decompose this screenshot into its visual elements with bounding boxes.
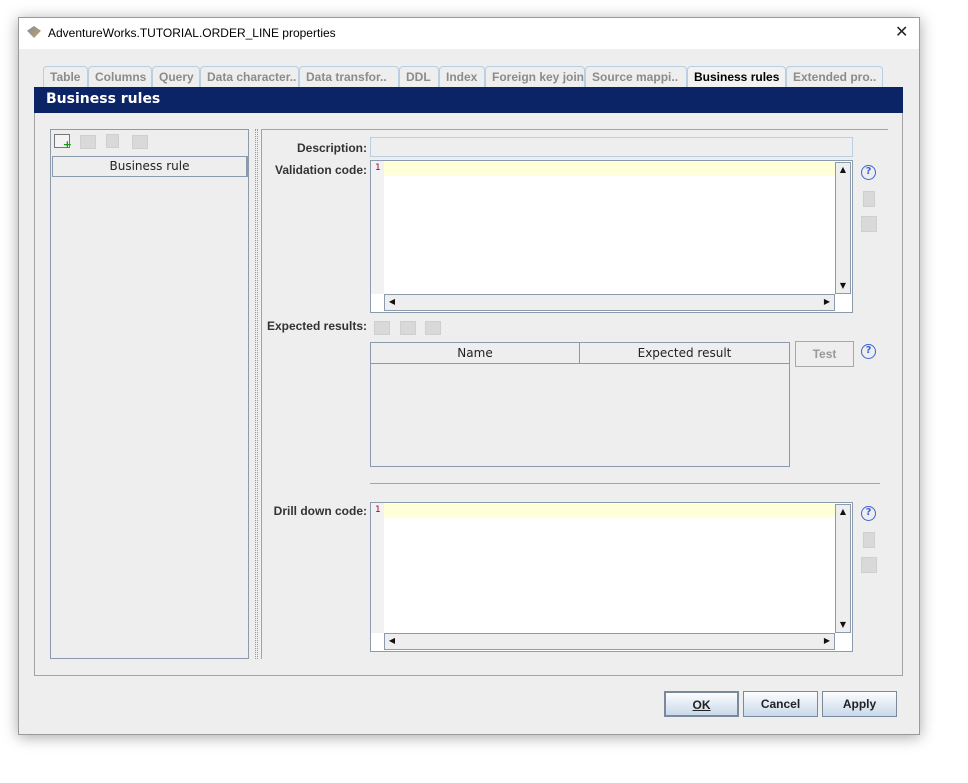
expected-results-table[interactable]: Name Expected result: [370, 342, 790, 467]
separator: [370, 483, 880, 484]
vertical-scrollbar[interactable]: ▲ ▼: [835, 162, 851, 294]
scroll-right-icon[interactable]: ▶: [820, 295, 834, 309]
title-bar: AdventureWorks.TUTORIAL.ORDER_LINE prope…: [19, 18, 919, 49]
delete-rule-icon[interactable]: [132, 135, 148, 149]
tab-data-character[interactable]: Data character..: [200, 66, 299, 88]
scroll-right-icon[interactable]: ▶: [820, 634, 834, 648]
tab-table[interactable]: Table: [43, 66, 88, 88]
tab-data-transfor[interactable]: Data transfor..: [299, 66, 399, 88]
scroll-up-icon[interactable]: ▲: [836, 505, 850, 519]
description-input[interactable]: [370, 137, 853, 157]
ok-button[interactable]: OK: [664, 691, 739, 717]
drill-down-code-label: Drill down code:: [273, 504, 367, 518]
horizontal-scrollbar[interactable]: ◀ ▶: [384, 633, 835, 650]
scroll-left-icon[interactable]: ◀: [385, 634, 399, 648]
app-icon: [27, 26, 41, 38]
vertical-scrollbar[interactable]: ▲ ▼: [835, 504, 851, 633]
business-rule-column-header[interactable]: Business rule: [52, 156, 248, 177]
save-icon[interactable]: [861, 557, 877, 573]
edit-result-icon[interactable]: [400, 321, 416, 335]
expected-results-label: Expected results:: [266, 319, 367, 333]
business-rules-panel: + Business rule Description: Validation …: [34, 113, 903, 676]
cancel-button[interactable]: Cancel: [743, 691, 818, 717]
copy-rule-icon[interactable]: [106, 134, 119, 148]
scroll-down-icon[interactable]: ▼: [836, 279, 850, 293]
description-label: Description:: [296, 141, 367, 155]
add-rule-icon[interactable]: +: [54, 134, 72, 151]
section-title: Business rules: [34, 87, 903, 113]
add-result-icon[interactable]: [374, 321, 390, 335]
tab-foreign-key-join[interactable]: Foreign key join: [485, 66, 585, 88]
validation-code-editor[interactable]: 1 ▲ ▼ ◀ ▶: [370, 160, 853, 313]
line-number: 1: [375, 505, 381, 515]
tab-columns[interactable]: Columns: [88, 66, 152, 88]
test-button[interactable]: Test: [795, 341, 854, 367]
drill-down-code-editor[interactable]: 1 ▲ ▼ ◀ ▶: [370, 502, 853, 652]
delete-result-icon[interactable]: [425, 321, 441, 335]
open-file-icon[interactable]: [863, 191, 875, 207]
rules-list-panel: + Business rule: [50, 129, 249, 659]
name-column-header[interactable]: Name: [371, 343, 580, 364]
open-file-icon[interactable]: [863, 532, 875, 548]
tab-ddl[interactable]: DDL: [399, 66, 439, 88]
validation-help-icon[interactable]: ?: [861, 165, 876, 180]
window-title: AdventureWorks.TUTORIAL.ORDER_LINE prope…: [48, 26, 336, 40]
apply-button[interactable]: Apply: [822, 691, 897, 717]
line-number: 1: [375, 163, 381, 173]
drill-down-help-icon[interactable]: ?: [861, 506, 876, 521]
tab-business-rules[interactable]: Business rules: [687, 66, 786, 88]
horizontal-scrollbar[interactable]: ◀ ▶: [384, 294, 835, 311]
expected-help-icon[interactable]: ?: [861, 344, 876, 359]
properties-dialog: AdventureWorks.TUTORIAL.ORDER_LINE prope…: [18, 17, 920, 735]
tab-index[interactable]: Index: [439, 66, 485, 88]
save-icon[interactable]: [861, 216, 877, 232]
splitter-handle[interactable]: [255, 129, 258, 659]
scroll-down-icon[interactable]: ▼: [836, 618, 850, 632]
tab-source-mappi[interactable]: Source mappi..: [585, 66, 687, 88]
close-icon[interactable]: ✕: [895, 22, 908, 41]
edit-rule-icon[interactable]: [80, 135, 96, 149]
ok-label: OK: [692, 698, 711, 712]
expected-result-column-header[interactable]: Expected result: [580, 343, 789, 364]
scroll-left-icon[interactable]: ◀: [385, 295, 399, 309]
tab-extended-pro[interactable]: Extended pro..: [786, 66, 883, 88]
tab-query[interactable]: Query: [152, 66, 200, 88]
validation-code-label: Validation code:: [274, 163, 367, 177]
scroll-up-icon[interactable]: ▲: [836, 163, 850, 177]
